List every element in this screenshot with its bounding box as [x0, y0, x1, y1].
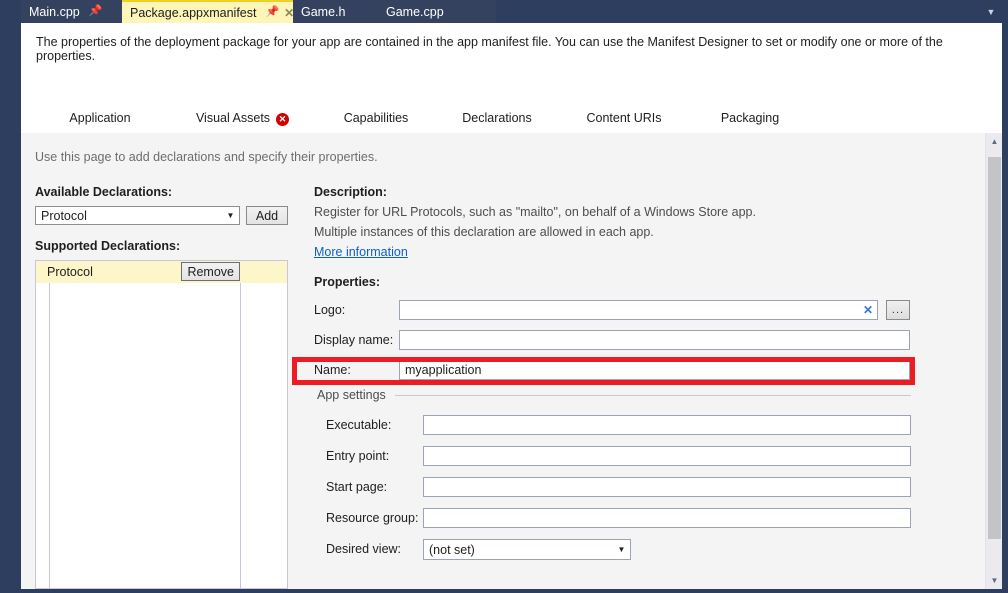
banner-text: The properties of the deployment package… — [36, 35, 943, 63]
visual-studio-manifest-designer: Toolbox Main.cpp 📌 Package.appxmanifest … — [0, 0, 1008, 593]
desired-view-combo[interactable]: (not set) ▼ — [423, 539, 631, 560]
editor-tab-game-cpp[interactable]: Game.cpp — [378, 0, 496, 23]
tab-label: Declarations — [462, 110, 532, 125]
available-declarations-label: Available Declarations: — [35, 185, 173, 199]
supported-declarations-label: Supported Declarations: — [35, 239, 181, 253]
executable-input[interactable] — [423, 415, 911, 435]
name-input[interactable]: myapplication — [399, 360, 910, 380]
tab-label: Capabilities — [343, 111, 409, 125]
scrollbar-thumb[interactable] — [988, 157, 1001, 539]
editor-tab-game-h[interactable]: Game.h — [293, 0, 378, 23]
display-name-field-label: Display name: — [314, 333, 394, 347]
tab-label: Packaging — [720, 111, 780, 125]
tab-packaging[interactable]: Packaging — [691, 103, 809, 133]
name-field-label: Name: — [314, 363, 351, 377]
editor-tab-package-appxmanifest[interactable]: Package.appxmanifest 📌 ✕ — [122, 0, 294, 23]
logo-browse-button[interactable]: ... — [886, 300, 910, 320]
editor-tab-main-cpp[interactable]: Main.cpp 📌 — [21, 0, 122, 23]
start-page-input[interactable] — [423, 477, 911, 497]
logo-field-label: Logo: — [314, 303, 346, 317]
tab-visual-assets[interactable]: Visual Assets ✕ — [171, 103, 314, 133]
supported-declarations-list[interactable]: Protocol Remove — [35, 260, 288, 589]
editor-tab-label: Game.cpp — [386, 4, 444, 19]
pin-icon[interactable]: 📌 — [86, 6, 106, 17]
designer-page-tabs: Application Visual Assets ✕ Capabilities… — [21, 103, 1002, 134]
logo-input[interactable]: ✕ — [399, 300, 878, 320]
name-input-value: myapplication — [405, 363, 482, 377]
editor-tab-label: Game.h — [301, 4, 346, 19]
desired-view-field-label: Desired view: — [326, 542, 402, 556]
start-page-field-label: Start page: — [326, 480, 388, 494]
desired-view-value: (not set) — [429, 542, 475, 557]
window-frame-bottom — [0, 589, 1008, 593]
list-column-divider-left — [49, 283, 50, 588]
tab-label: Application — [69, 111, 131, 125]
entry-point-field-label: Entry point: — [326, 449, 390, 463]
description-heading: Description: — [314, 185, 387, 199]
add-button-label: Add — [255, 208, 279, 223]
list-column-divider-right — [240, 283, 241, 588]
scroll-down-arrow-icon[interactable]: ▼ — [986, 572, 1003, 589]
editor-tab-label: Main.cpp — [29, 4, 80, 19]
page-hint-text: Use this page to add declarations and sp… — [35, 150, 378, 164]
list-item[interactable]: Protocol Remove — [36, 261, 287, 283]
executable-field-label: Executable: — [326, 418, 392, 432]
more-information-link[interactable]: More information — [314, 245, 408, 259]
editor-tab-bar: Main.cpp 📌 Package.appxmanifest 📌 ✕ Game… — [21, 0, 1008, 23]
declarations-page-body: Use this page to add declarations and sp… — [21, 133, 1002, 589]
vertical-scrollbar[interactable]: ▲ ▼ — [985, 133, 1003, 589]
designer-banner: The properties of the deployment package… — [21, 23, 1002, 75]
display-name-input[interactable] — [399, 330, 910, 350]
chevron-down-icon[interactable]: ▼ — [980, 0, 1002, 23]
tab-label: Visual Assets — [195, 111, 271, 125]
app-settings-group-title: App settings — [317, 388, 392, 402]
tab-declarations[interactable]: Declarations — [436, 103, 558, 133]
description-line-2: Multiple instances of this declaration a… — [314, 225, 654, 239]
tab-content-uris[interactable]: Content URIs — [562, 103, 686, 133]
chevron-down-icon[interactable]: ▼ — [613, 540, 630, 559]
manifest-designer-document: The properties of the deployment package… — [21, 23, 1003, 589]
description-line-1: Register for URL Protocols, such as "mai… — [314, 205, 756, 219]
available-declarations-combo[interactable]: Protocol ▼ — [35, 206, 240, 225]
tab-capabilities[interactable]: Capabilities — [316, 103, 436, 133]
remove-declaration-button[interactable]: Remove — [181, 262, 240, 281]
window-frame-right — [1002, 0, 1008, 593]
editor-tab-label: Package.appxmanifest — [130, 5, 257, 20]
toolbox-panel-strip[interactable]: Toolbox — [0, 0, 21, 593]
app-settings-group-line — [395, 395, 911, 396]
tab-label: Content URIs — [586, 111, 662, 125]
add-declaration-button[interactable]: Add — [246, 206, 288, 225]
chevron-down-icon[interactable]: ▼ — [222, 207, 239, 224]
list-item-label: Protocol — [47, 265, 93, 279]
pin-icon[interactable]: 📌 — [262, 7, 282, 18]
combo-value: Protocol — [41, 208, 87, 223]
properties-heading: Properties: — [314, 275, 380, 289]
clear-x-icon[interactable]: ✕ — [859, 301, 877, 319]
scroll-up-arrow-icon[interactable]: ▲ — [986, 133, 1003, 150]
error-badge-icon: ✕ — [276, 112, 290, 126]
tab-application[interactable]: Application — [35, 103, 165, 133]
resource-group-input[interactable] — [423, 508, 911, 528]
resource-group-field-label: Resource group: — [326, 511, 419, 525]
entry-point-input[interactable] — [423, 446, 911, 466]
